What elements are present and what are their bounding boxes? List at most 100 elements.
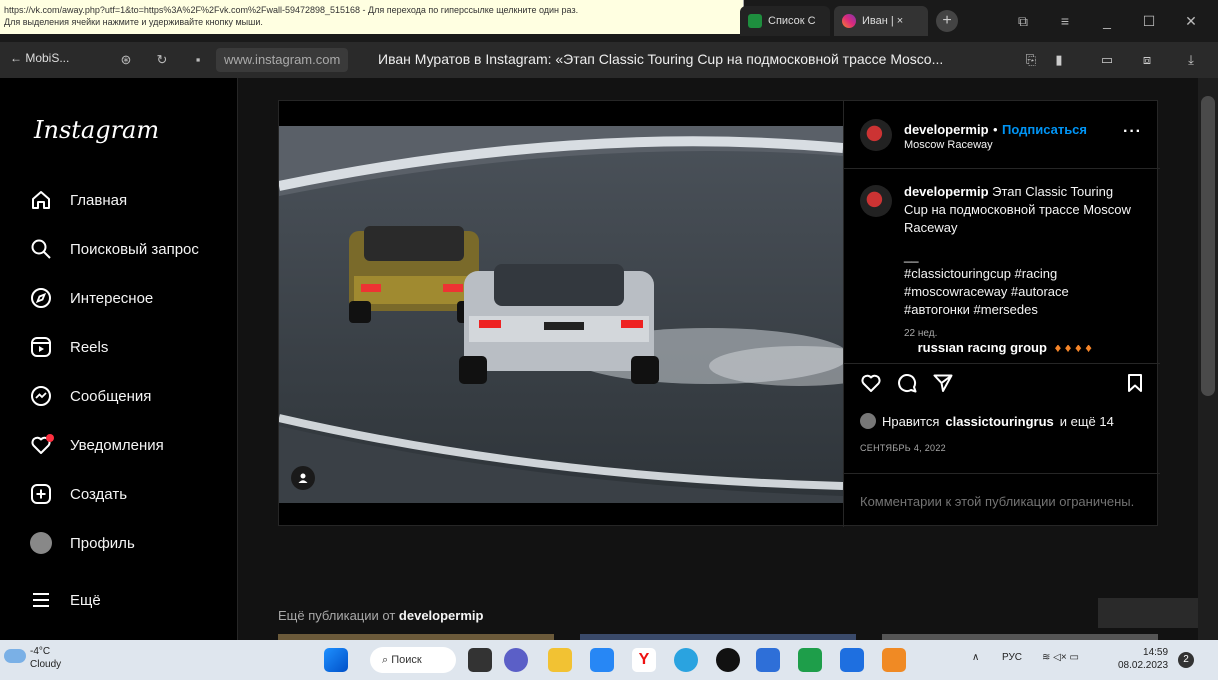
weather-temp: -4°C [30, 646, 51, 657]
nav-label: Уведомления [70, 436, 164, 454]
tooltip-line-1: https://vk.com/away.php?utf=1&to=https%3… [4, 5, 579, 15]
caption-hashtags[interactable]: #classictouringcup #racing #moscowracewa… [904, 265, 1134, 319]
minimize-button[interactable]: _ [1096, 10, 1118, 32]
lock-icon[interactable]: ▪ [188, 50, 208, 70]
tiktok-icon[interactable] [716, 648, 740, 672]
main-content: developermip • Подписаться Moscow Racewa… [238, 78, 1198, 640]
nav-search[interactable]: Поисковый запрос [30, 235, 199, 263]
tab-instagram[interactable]: Иван | × [834, 6, 928, 36]
notification-dot [46, 434, 54, 442]
clock-date: 08.02.2023 [1118, 660, 1169, 671]
nav-label: Интересное [70, 289, 154, 307]
nav-explore[interactable]: Интересное [30, 284, 153, 312]
tooltip-line-2: Для выделения ячейки нажмите и удерживай… [4, 17, 263, 27]
weather-widget[interactable]: -4°C Cloudy [4, 645, 62, 671]
save-icon[interactable] [1122, 372, 1148, 398]
page-scrollbar[interactable] [1198, 78, 1218, 640]
start-icon[interactable] [324, 648, 348, 672]
sheets-icon[interactable] [798, 648, 822, 672]
close-button[interactable]: ✕ [1180, 10, 1202, 32]
windows-taskbar: -4°C Cloudy ⌕ Поиск Y ∧ РУС ≋ ◁× ▭ 14:59… [0, 640, 1218, 680]
telegram-icon[interactable] [674, 648, 698, 672]
search-icon [30, 238, 52, 260]
back-button[interactable]: ← MobiS... [10, 51, 69, 65]
reels-icon [30, 336, 52, 358]
likes-user[interactable]: classictouringrus [945, 414, 1053, 429]
reload-icon[interactable]: ↻ [152, 50, 172, 70]
messenger-icon [30, 385, 52, 407]
follow-button[interactable]: Подписаться [1002, 122, 1087, 137]
clock[interactable]: 14:59 08.02.2023 [1118, 646, 1168, 672]
weather-condition: Cloudy [30, 659, 62, 670]
shield-icon[interactable]: ⊛ [116, 50, 136, 70]
caption-username[interactable]: developermip [904, 184, 989, 199]
nav-label: Поисковый запрос [70, 240, 199, 258]
overlay-panel [1098, 598, 1198, 628]
language-indicator[interactable]: РУС [1002, 652, 1022, 663]
more-posts-user[interactable]: developermip [399, 608, 484, 623]
nav-profile[interactable]: Профиль [30, 529, 135, 557]
menu-icon[interactable]: ≡ [1054, 10, 1076, 32]
sheets-icon [748, 14, 762, 28]
share-icon[interactable]: ⎘ [1020, 50, 1042, 70]
menu-icon [30, 589, 52, 611]
clock-time: 14:59 [1143, 647, 1169, 658]
instagram-sidebar: Instagram Главная Поисковый запрос Интер… [0, 78, 238, 640]
nav-label: Профиль [70, 534, 135, 552]
caption-time: 22 нед. [904, 328, 938, 339]
next-comment: russian racing group ♦ ♦ ♦ ♦ [864, 345, 1154, 357]
tray-chevron-icon[interactable]: ∧ [972, 652, 979, 663]
race-photo [279, 126, 843, 503]
author-username[interactable]: developermip [904, 122, 989, 137]
like-icon[interactable] [858, 372, 884, 398]
nav-notifications[interactable]: Уведомления [30, 431, 164, 459]
comment-username[interactable]: russian racing group [918, 345, 1047, 355]
docs-icon[interactable] [840, 648, 864, 672]
chat-icon[interactable] [504, 648, 528, 672]
post-location[interactable]: Moscow Raceway [904, 139, 1087, 151]
author-info: developermip • Подписаться Moscow Racewa… [904, 121, 1087, 151]
defender-icon[interactable] [756, 648, 780, 672]
new-tab-button[interactable]: + [936, 10, 958, 32]
nav-label: Сообщения [70, 387, 152, 405]
app-icon[interactable] [882, 648, 906, 672]
notification-badge[interactable]: 2 [1178, 652, 1194, 668]
browser-tab-bar: https://vk.com/away.php?utf=1&to=https%3… [0, 0, 1218, 42]
share-icon[interactable] [930, 372, 956, 398]
yandex-icon[interactable]: Y [632, 648, 656, 672]
scrollbar-thumb[interactable] [1201, 96, 1215, 396]
nav-reels[interactable]: Reels [30, 333, 108, 361]
taskbar-search[interactable]: ⌕ Поиск [370, 647, 456, 673]
nav-more[interactable]: Ещё [30, 586, 101, 614]
nav-home[interactable]: Главная [30, 186, 127, 214]
likes-suffix[interactable]: и ещё 14 [1060, 414, 1114, 429]
post-photo[interactable] [279, 126, 843, 503]
cloud-icon [4, 649, 26, 663]
vk-icon[interactable] [590, 648, 614, 672]
tabs-icon[interactable]: ⧉ [1012, 10, 1034, 32]
post-date[interactable]: СЕНТЯБРЬ 4, 2022 [860, 443, 946, 453]
extensions-icon[interactable]: ⧈ [1136, 50, 1158, 70]
explorer-icon[interactable] [548, 648, 572, 672]
post-actions [844, 363, 1160, 403]
url-field[interactable]: www.instagram.com [216, 48, 349, 72]
bookmark-icon[interactable]: ▮ [1048, 50, 1070, 70]
more-options-icon[interactable]: ··· [1123, 123, 1142, 141]
comment-icon[interactable] [894, 372, 920, 398]
taskview-icon[interactable] [468, 648, 492, 672]
tagged-user-icon[interactable] [291, 466, 315, 490]
nav-label: Главная [70, 191, 128, 209]
nav-label: Reels [70, 338, 109, 356]
wifi-icon[interactable]: ≋ ◁× ▭ [1042, 652, 1079, 663]
author-avatar[interactable] [860, 119, 892, 151]
nav-messages[interactable]: Сообщения [30, 382, 151, 410]
instagram-icon [842, 14, 856, 28]
maximize-button[interactable]: ☐ [1138, 10, 1160, 32]
liker-avatar[interactable] [860, 413, 876, 429]
download-icon[interactable]: ⤓ [1180, 50, 1202, 70]
instagram-logo[interactable]: Instagram [34, 116, 159, 144]
nav-create[interactable]: Создать [30, 480, 127, 508]
tab-spisok[interactable]: Список С [740, 6, 830, 36]
caption-avatar[interactable] [860, 185, 892, 217]
battery-icon[interactable]: ▭ [1096, 50, 1118, 70]
